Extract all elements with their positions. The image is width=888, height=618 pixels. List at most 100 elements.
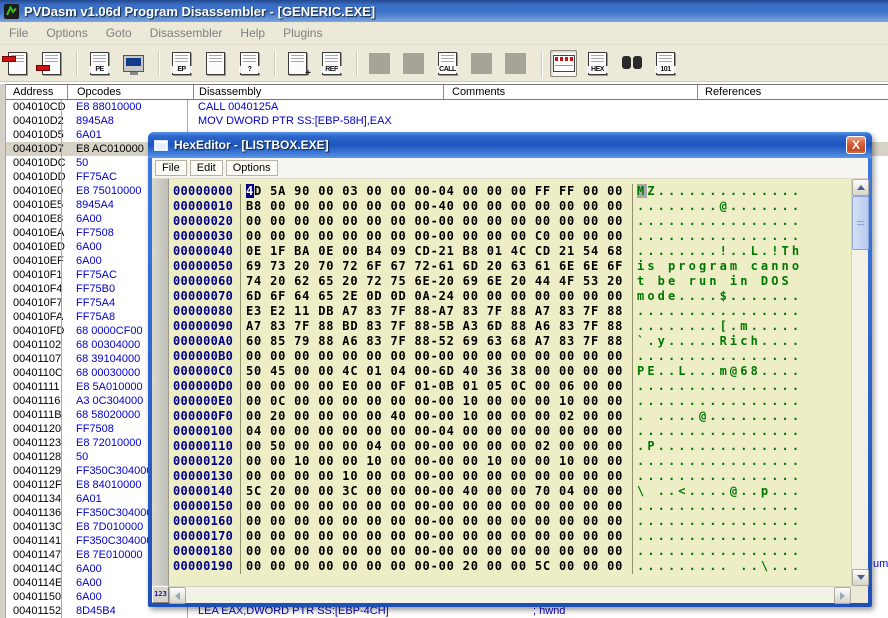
hex-bytes[interactable]: 50 45 00 00 4C 01 04 00-6D 40 36 38 00 0… (240, 364, 632, 379)
hex-ascii[interactable]: `.y.....Rich.... (632, 334, 802, 349)
hex-row[interactable]: 0000011000 50 00 00 00 04 00 00-00 00 00… (170, 439, 851, 454)
hex-ascii[interactable]: ................ (632, 499, 802, 514)
references-button[interactable]: REF (318, 50, 345, 77)
hex-ascii[interactable]: PE..L...m@68.... (632, 364, 802, 379)
hex-bytes[interactable]: 00 00 00 00 00 00 00 00-00 00 00 00 00 0… (240, 514, 632, 529)
hex-bytes[interactable]: 00 0C 00 00 00 00 00 00-00 10 00 00 00 1… (240, 394, 632, 409)
scroll-up-icon[interactable] (852, 179, 869, 196)
hex-bytes[interactable]: 0E 1F BA 0E 00 B4 09 CD-21 B8 01 4C CD 2… (240, 244, 632, 259)
hex-bytes[interactable]: 00 00 00 00 E0 00 0F 01-0B 01 05 0C 00 0… (240, 379, 632, 394)
hex-row[interactable]: 000001405C 20 00 00 3C 00 00 00-00 40 00… (170, 484, 851, 499)
hex-bytes[interactable]: 69 73 20 70 72 6F 67 72-61 6D 20 63 61 6… (240, 259, 632, 274)
hex-ascii[interactable]: ................ (632, 214, 802, 229)
hexeditor-menu-options[interactable]: Options (226, 160, 278, 176)
close-file-button[interactable] (38, 50, 65, 77)
dos-header-button[interactable] (120, 50, 147, 77)
hex-bytes[interactable]: 00 00 00 00 00 00 00 00-00 00 00 00 C0 0… (240, 229, 632, 244)
entry-point-button[interactable]: EP (168, 50, 195, 77)
hex-bytes[interactable]: 00 00 00 00 00 00 00 00-00 00 00 00 00 0… (240, 499, 632, 514)
search-button[interactable] (618, 50, 645, 77)
menu-disassembler[interactable]: Disassembler (141, 26, 232, 40)
hex-row[interactable]: 000000D000 00 00 00 E0 00 0F 01-0B 01 05… (170, 379, 851, 394)
hex-ascii[interactable]: MZ.............. (632, 184, 802, 199)
hex-bytes[interactable]: 00 00 00 00 00 00 00 00-00 00 00 00 00 0… (240, 214, 632, 229)
hex-ascii[interactable]: ................ (632, 529, 802, 544)
vertical-scrollbar[interactable] (851, 179, 868, 586)
hex-bytes[interactable]: 00 00 00 00 10 00 00 00-00 00 00 00 00 0… (240, 469, 632, 484)
hex-row[interactable]: 0000010004 00 00 00 00 00 00 00-04 00 00… (170, 424, 851, 439)
hexeditor-titlebar[interactable]: HexEditor - [LISTBOX.EXE] X (148, 132, 872, 158)
hex-row[interactable]: 0000018000 00 00 00 00 00 00 00-00 00 00… (170, 544, 851, 559)
horizontal-scrollbar[interactable] (169, 586, 851, 603)
hex-ascii[interactable]: ................ (632, 394, 802, 409)
hex-ascii[interactable]: ................ (632, 349, 802, 364)
hex-row[interactable]: 000000400E 1F BA 0E 00 B4 09 CD-21 B8 01… (170, 244, 851, 259)
hex-ascii[interactable]: \ ..<....@..p... (632, 484, 802, 499)
hex-bytes[interactable]: 60 85 79 88 A6 83 7F 88-52 69 63 68 A7 8… (240, 334, 632, 349)
hex-row[interactable]: 0000005069 73 20 70 72 6F 67 72-61 6D 20… (170, 259, 851, 274)
menu-help[interactable]: Help (231, 26, 274, 40)
hex-bytes[interactable]: 04 00 00 00 00 00 00 00-04 00 00 00 00 0… (240, 424, 632, 439)
hex-row[interactable]: 0000002000 00 00 00 00 00 00 00-00 00 00… (170, 214, 851, 229)
scroll-right-icon[interactable] (834, 587, 851, 604)
hex-ascii[interactable]: ........!..L.!Th (632, 244, 802, 259)
menu-options[interactable]: Options (37, 26, 96, 40)
main-titlebar[interactable]: PVDasm v1.06d Program Disassembler - [GE… (0, 0, 888, 22)
table-row[interactable]: 004010D28945A8MOV DWORD PTR SS:[EBP-58H]… (6, 114, 888, 128)
offset-base-toggle-button[interactable]: 123 (152, 586, 169, 603)
hex-ascii[interactable]: ................ (632, 544, 802, 559)
hex-row[interactable]: 0000003000 00 00 00 00 00 00 00-00 00 00… (170, 229, 851, 244)
hex-bytes[interactable]: 5C 20 00 00 3C 00 00 00-00 40 00 00 70 0… (240, 484, 632, 499)
hex-ascii[interactable]: ................ (632, 229, 802, 244)
hex-row[interactable]: 000000B000 00 00 00 00 00 00 00-00 00 00… (170, 349, 851, 364)
hex-row[interactable]: 0000017000 00 00 00 00 00 00 00-00 00 00… (170, 529, 851, 544)
hex-ascii[interactable]: . ....@......... (632, 409, 802, 424)
hex-bytes[interactable]: 00 00 00 00 00 00 00 00-00 00 00 00 00 0… (240, 529, 632, 544)
hex-row[interactable]: 00000080E3 E2 11 DB A7 83 7F 88-A7 83 7F… (170, 304, 851, 319)
menu-plugins[interactable]: Plugins (274, 26, 331, 40)
unknown-bytes-button[interactable]: ? (236, 50, 263, 77)
hex-row[interactable]: 0000012000 00 10 00 00 10 00 00-00 00 10… (170, 454, 851, 469)
menu-goto[interactable]: Goto (97, 26, 141, 40)
menu-file[interactable]: File (0, 26, 37, 40)
hex-bytes[interactable]: A7 83 7F 88 BD 83 7F 88-5B A3 6D 88 A6 8… (240, 319, 632, 334)
hexeditor-menu-edit[interactable]: Edit (190, 160, 223, 176)
hex-row[interactable]: 0000006074 20 62 65 20 72 75 6E-20 69 6E… (170, 274, 851, 289)
hex-bytes[interactable]: 00 00 00 00 00 00 00 00-00 00 00 00 00 0… (240, 544, 632, 559)
hex-bytes[interactable]: 00 50 00 00 00 04 00 00-00 00 00 00 02 0… (240, 439, 632, 454)
hex-bytes[interactable]: 00 00 00 00 00 00 00 00-00 00 00 00 00 0… (240, 349, 632, 364)
hex-bytes[interactable]: 74 20 62 65 20 72 75 6E-20 69 6E 20 44 4… (240, 274, 632, 289)
hex-bytes[interactable]: 6D 6F 64 65 2E 0D 0D 0A-24 00 00 00 00 0… (240, 289, 632, 304)
open-file-button[interactable] (4, 50, 31, 77)
table-row[interactable]: 004010CDE8 88010000CALL 0040125A (6, 100, 888, 114)
hex-ascii[interactable]: ........@....... (632, 199, 802, 214)
hex-row[interactable]: 000000706D 6F 64 65 2E 0D 0D 0A-24 00 00… (170, 289, 851, 304)
hex-ascii[interactable]: .P.............. (632, 439, 802, 454)
hex-row[interactable]: 000000C050 45 00 00 4C 01 04 00-6D 40 36… (170, 364, 851, 379)
hex-ascii[interactable]: ................ (632, 469, 802, 484)
hex-row[interactable]: 0000015000 00 00 00 00 00 00 00-00 00 00… (170, 499, 851, 514)
disassemble-button[interactable] (202, 50, 229, 77)
hex-bytes[interactable]: 00 00 00 00 00 00 00 00-00 20 00 00 5C 0… (240, 559, 632, 574)
scrollbar-thumb[interactable] (852, 196, 869, 250)
binary-button[interactable]: 101 (652, 50, 679, 77)
insert-comment-button[interactable] (284, 50, 311, 77)
hex-ascii[interactable]: ................ (632, 514, 802, 529)
hex-view-button[interactable]: HEX (584, 50, 611, 77)
hex-row[interactable]: 0000016000 00 00 00 00 00 00 00-00 00 00… (170, 514, 851, 529)
hex-row[interactable]: 000000004D 5A 90 00 03 00 00 00-04 00 00… (170, 184, 851, 199)
hex-bytes[interactable]: E3 E2 11 DB A7 83 7F 88-A7 83 7F 88 A7 8… (240, 304, 632, 319)
hex-ascii[interactable]: ........[.m..... (632, 319, 802, 334)
call-list-button[interactable]: CALL (434, 50, 461, 77)
hex-row[interactable]: 000000E000 0C 00 00 00 00 00 00-00 10 00… (170, 394, 851, 409)
hex-ascii[interactable]: t be run in DOS (632, 274, 802, 289)
hex-ascii[interactable]: ................ (632, 379, 802, 394)
hex-ascii[interactable]: ................ (632, 304, 802, 319)
hex-ascii[interactable]: ................ (632, 454, 802, 469)
scroll-left-icon[interactable] (169, 587, 186, 604)
hex-row[interactable]: 0000019000 00 00 00 00 00 00 00-00 20 00… (170, 559, 851, 574)
hex-row[interactable]: 00000090A7 83 7F 88 BD 83 7F 88-5B A3 6D… (170, 319, 851, 334)
hex-row[interactable]: 00000010B8 00 00 00 00 00 00 00-40 00 00… (170, 199, 851, 214)
hex-bytes[interactable]: 4D 5A 90 00 03 00 00 00-04 00 00 00 FF F… (240, 184, 632, 199)
pe-header-button[interactable]: PE (86, 50, 113, 77)
